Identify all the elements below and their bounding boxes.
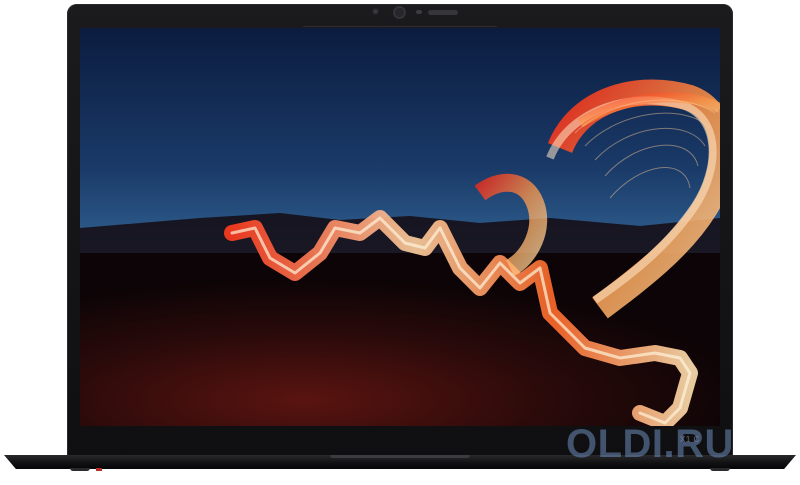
webcam-icon (395, 8, 404, 17)
product-photo: X1 C OLDI.RU (0, 0, 800, 485)
laptop-screen (80, 28, 720, 426)
privacy-shutter-icon (416, 10, 422, 14)
ir-sensor-icon (372, 8, 379, 15)
right-foot (710, 468, 730, 471)
privacy-shutter-slider (428, 10, 458, 15)
left-foot (70, 468, 90, 471)
accent-stripe (96, 468, 102, 471)
watermark-logo: OLDI.RU (566, 422, 734, 466)
wallpaper-image (80, 28, 720, 426)
lid-opening-notch (330, 455, 470, 458)
